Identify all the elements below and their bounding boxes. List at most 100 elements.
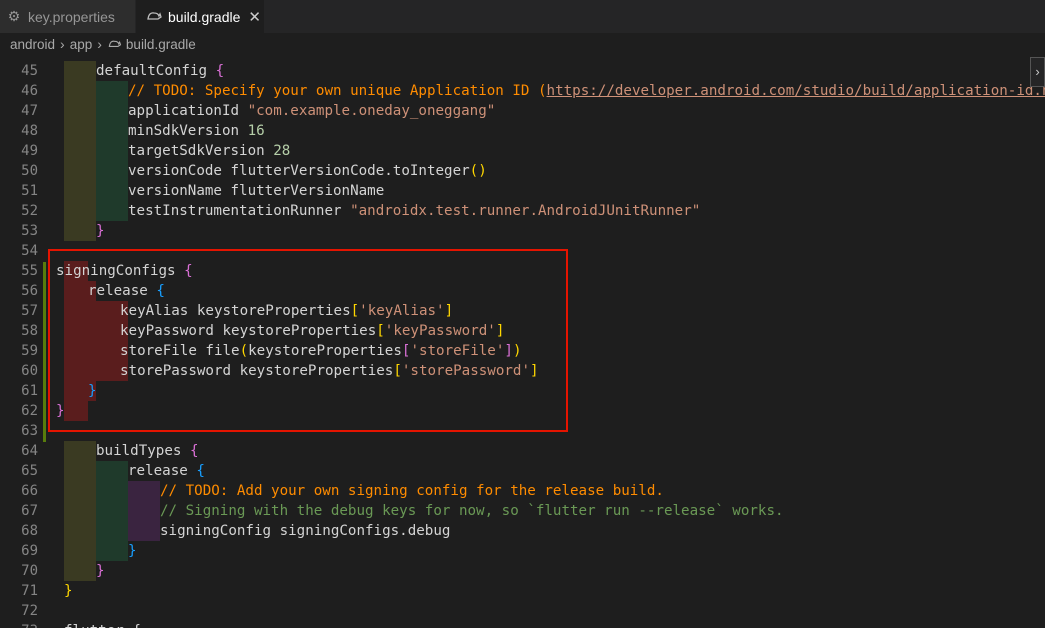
code-line[interactable]: 67 // Signing with the debug keys for now… bbox=[0, 501, 1045, 521]
code-token: } bbox=[64, 583, 73, 599]
line-number: 45 bbox=[21, 63, 38, 79]
indent-guide bbox=[96, 481, 128, 501]
code-line[interactable]: 64 buildTypes { bbox=[0, 441, 1045, 461]
code-line[interactable]: 53} bbox=[0, 221, 1045, 241]
code-text: minSdkVersion 16 bbox=[128, 121, 265, 141]
indent-guide bbox=[64, 541, 96, 561]
indent-guide bbox=[96, 501, 128, 521]
line-number: 46 bbox=[21, 83, 38, 99]
line-number: 67 bbox=[21, 503, 38, 519]
tab-key-properties[interactable]: ⚙ key.properties bbox=[0, 0, 135, 33]
code-line[interactable]: 65 release { bbox=[0, 461, 1045, 481]
indent-guide bbox=[96, 541, 128, 561]
line-number: 51 bbox=[21, 183, 38, 199]
code-token: release bbox=[128, 463, 197, 479]
code-token: "com.example.oneday_oneggang" bbox=[247, 103, 496, 119]
code-text: targetSdkVersion 28 bbox=[128, 141, 290, 161]
chevron-right-icon: › bbox=[97, 36, 102, 52]
line-number: 58 bbox=[21, 323, 38, 339]
code-token: buildTypes bbox=[96, 443, 190, 459]
code-line[interactable]: 45 defaultConfig { bbox=[0, 61, 1045, 81]
line-number: 52 bbox=[21, 203, 38, 219]
code-token: "androidx.test.runner.AndroidJUnitRunner… bbox=[350, 203, 701, 219]
code-token: } bbox=[96, 223, 105, 239]
code-line[interactable]: 52 testInstrumentationRunner "androidx.te… bbox=[0, 201, 1045, 221]
code-line[interactable]: 72 bbox=[0, 601, 1045, 621]
code-line[interactable]: 73 flutter { bbox=[0, 621, 1045, 628]
line-number: 60 bbox=[21, 363, 38, 379]
code-line[interactable]: 47 applicationId "com.example.oneday_oneg… bbox=[0, 101, 1045, 121]
line-number: 61 bbox=[21, 383, 38, 399]
breadcrumb-item[interactable]: build.gradle bbox=[126, 37, 196, 52]
line-number: 53 bbox=[21, 223, 38, 239]
indent-guide bbox=[64, 161, 96, 181]
code-text: testInstrumentationRunner "androidx.test… bbox=[128, 201, 700, 221]
indent-guide bbox=[64, 461, 96, 481]
indent-guide bbox=[96, 181, 128, 201]
line-number: 63 bbox=[21, 423, 38, 439]
tab-label: key.properties bbox=[28, 8, 115, 25]
code-token: defaultConfig bbox=[96, 63, 216, 79]
code-text: release { bbox=[128, 461, 205, 481]
line-number: 59 bbox=[21, 343, 38, 359]
code-line[interactable]: 51 versionName flutterVersionName bbox=[0, 181, 1045, 201]
indent-guide bbox=[96, 141, 128, 161]
indent-guide bbox=[96, 201, 128, 221]
gradle-icon bbox=[107, 37, 122, 52]
code-token: // TODO: Add your own signing config for… bbox=[160, 483, 664, 499]
indent-guide bbox=[64, 181, 96, 201]
code-text: flutter { bbox=[64, 621, 141, 628]
code-line[interactable]: 49 targetSdkVersion 28 bbox=[0, 141, 1045, 161]
code-text: signingConfig signingConfigs.debug bbox=[160, 521, 450, 541]
line-number: 69 bbox=[21, 543, 38, 559]
code-token: { bbox=[189, 443, 199, 459]
code-token: flutter { bbox=[64, 623, 141, 628]
indent-guide bbox=[64, 201, 96, 221]
code-text: applicationId "com.example.oneday_onegga… bbox=[128, 101, 495, 121]
indent-guide bbox=[64, 221, 96, 241]
breadcrumb: android › app › build.gradle bbox=[0, 33, 1045, 55]
code-text: } bbox=[128, 541, 137, 561]
code-token: https://developer.android.com/studio/bui… bbox=[546, 83, 1045, 99]
tab-label: build.gradle bbox=[168, 8, 241, 25]
indent-guide bbox=[64, 561, 96, 581]
indent-guide bbox=[96, 81, 128, 101]
code-token: () bbox=[469, 163, 487, 179]
indent-guide bbox=[64, 121, 96, 141]
breadcrumb-item[interactable]: android bbox=[10, 37, 55, 52]
code-line[interactable]: 70} bbox=[0, 561, 1045, 581]
code-text: versionName flutterVersionName bbox=[128, 181, 384, 201]
code-token: versionName flutterVersionName bbox=[128, 183, 385, 199]
code-token: } bbox=[96, 563, 105, 579]
indent-guide bbox=[96, 161, 128, 181]
code-line[interactable]: 71} bbox=[0, 581, 1045, 601]
code-token: { bbox=[215, 63, 225, 79]
line-number: 55 bbox=[21, 263, 38, 279]
code-token: 28 bbox=[273, 143, 291, 159]
tab-bar: ⚙ key.properties build.gradle ✕ bbox=[0, 0, 1045, 33]
code-text: versionCode flutterVersionCode.toInteger… bbox=[128, 161, 487, 181]
line-number: 50 bbox=[21, 163, 38, 179]
indent-guide bbox=[64, 81, 96, 101]
code-line[interactable]: 50 versionCode flutterVersionCode.toInteg… bbox=[0, 161, 1045, 181]
code-token: applicationId bbox=[128, 103, 248, 119]
line-number: 68 bbox=[21, 523, 38, 539]
gradle-icon bbox=[146, 8, 162, 25]
code-token: targetSdkVersion bbox=[128, 143, 274, 159]
code-line[interactable]: 48 minSdkVersion 16 bbox=[0, 121, 1045, 141]
code-line[interactable]: 68 signingConfig signingConfigs.debug bbox=[0, 521, 1045, 541]
indent-guide bbox=[64, 61, 96, 81]
code-token: minSdkVersion bbox=[128, 123, 248, 139]
code-text: defaultConfig { bbox=[96, 61, 224, 81]
tab-build-gradle[interactable]: build.gradle ✕ bbox=[136, 0, 264, 33]
chevron-right-icon[interactable]: › bbox=[1030, 57, 1045, 87]
code-line[interactable]: 46 // TODO: Specify your own unique Appli… bbox=[0, 81, 1045, 101]
code-line[interactable]: 66 // TODO: Add your own signing config f… bbox=[0, 481, 1045, 501]
code-line[interactable]: 69} bbox=[0, 541, 1045, 561]
line-number: 56 bbox=[21, 283, 38, 299]
git-added-gutter-marker bbox=[43, 262, 46, 442]
breadcrumb-item[interactable]: app bbox=[70, 37, 93, 52]
line-number: 66 bbox=[21, 483, 38, 499]
line-number: 65 bbox=[21, 463, 38, 479]
close-icon[interactable]: ✕ bbox=[248, 8, 261, 26]
